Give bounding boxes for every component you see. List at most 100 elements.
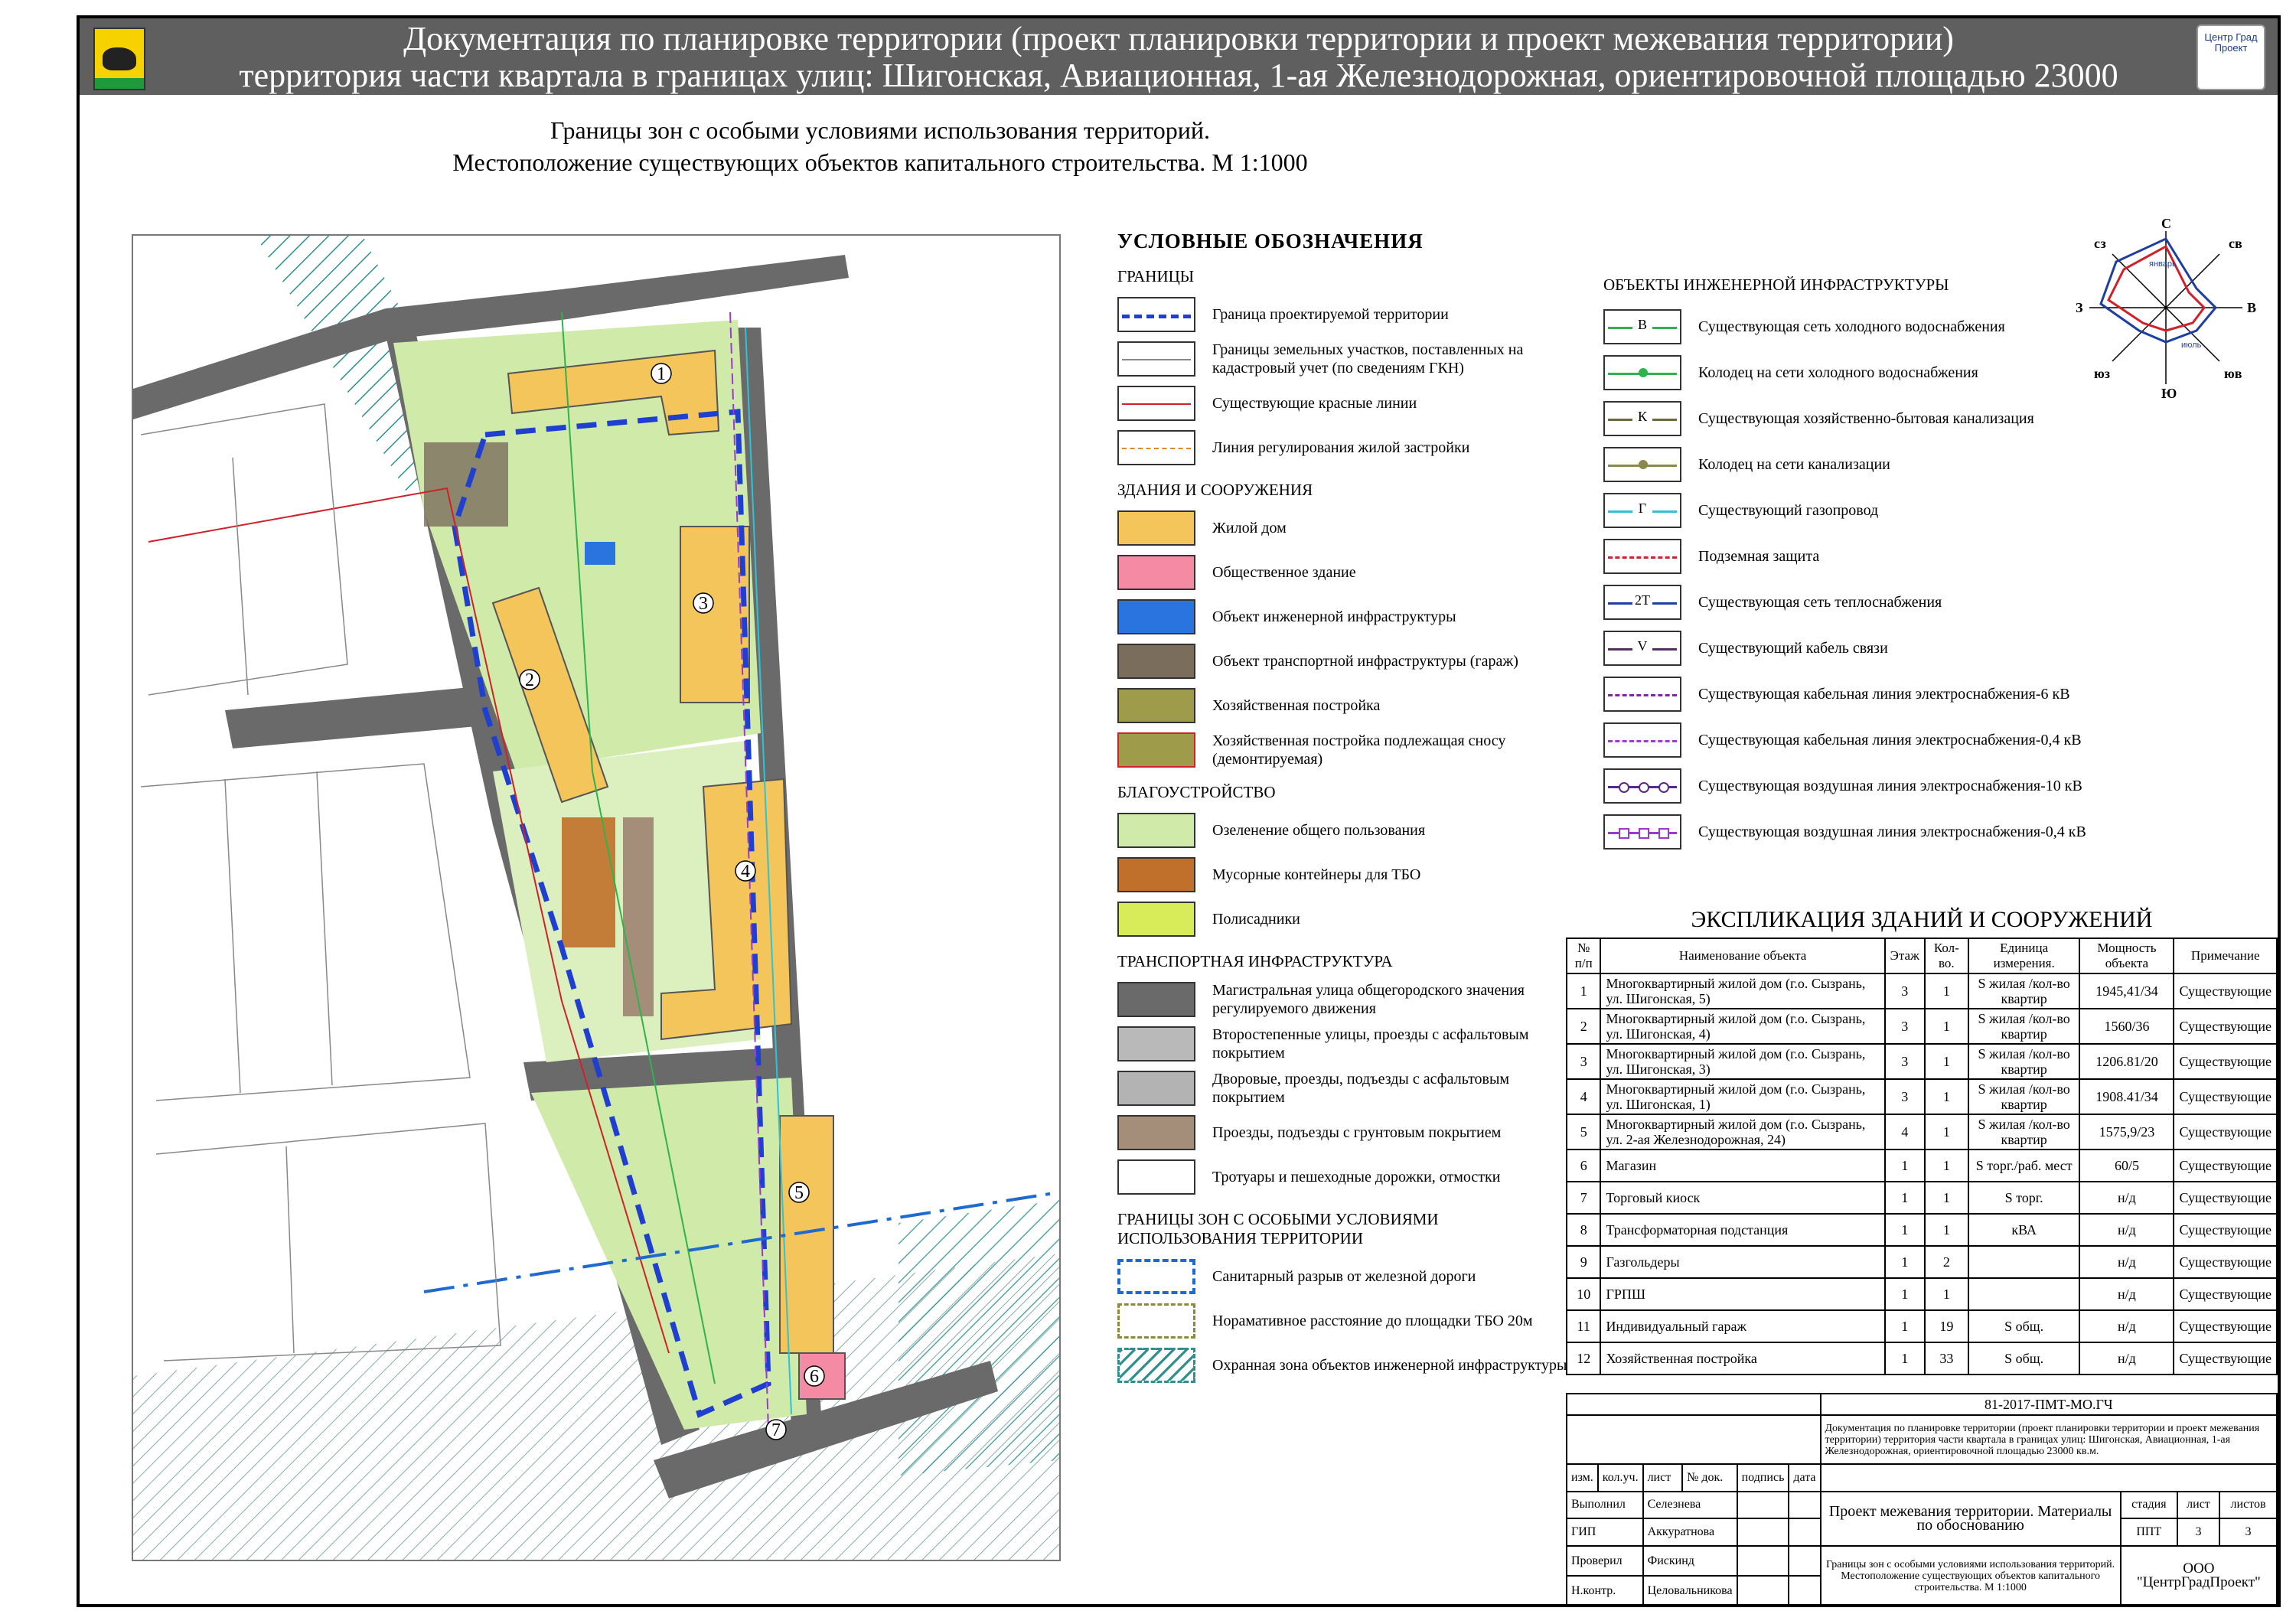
legend-label: Хозяйственная постройка (1212, 697, 1381, 714)
legend-item: Полисадники (1117, 900, 1577, 938)
table-cell: 1560/36 (2079, 1008, 2175, 1045)
table-cell: 1908.41/34 (2079, 1078, 2175, 1115)
table-cell: 1 (1923, 1213, 1969, 1247)
table-cell: 1 (1923, 1277, 1969, 1311)
table-row: 2 Многоквартирный жилой дом (г.о. Сызрань… (1565, 1008, 2278, 1045)
table-cell: 12 (1565, 1342, 1602, 1375)
engineering-swatch (1603, 768, 1681, 804)
stamp-name-3: Целовальникова (1642, 1575, 1738, 1607)
legend-swatch (1117, 1348, 1195, 1383)
legend-swatch (1117, 386, 1195, 421)
table-cell: Существующие (2173, 1078, 2278, 1115)
legend-item: Санитарный разрыв от железной дороги (1117, 1257, 1577, 1296)
rose-label-july: июль (2181, 341, 2202, 350)
table-cell: Многоквартирный жилой дом (г.о. Сызрань,… (1600, 1043, 1886, 1080)
explication-header: Наименование объекта (1600, 938, 1886, 974)
engineering-swatch (1603, 355, 1681, 390)
stamp-role-1: ГИП (1566, 1518, 1644, 1547)
explication-header: Мощность объекта (2079, 938, 2175, 974)
stamp-col-sign: подпись (1736, 1463, 1790, 1492)
engineering-swatch: К (1603, 401, 1681, 436)
table-cell: S жилая /кол-во квартир (1967, 1008, 2081, 1045)
table-cell: Существующие (2173, 1114, 2278, 1150)
explication-header: Примечание (2173, 938, 2278, 974)
rose-dir-ne: св (2229, 236, 2242, 251)
legend-label: Тротуары и пешеходные дорожки, отмостки (1212, 1169, 1501, 1185)
stamp-col-kol: кол.уч. (1596, 1463, 1644, 1492)
engineering-label: Колодец на сети холодного водоснабжения (1698, 364, 1978, 381)
explication-table: № п/п Наименование объекта Этаж Кол-во. Един… (1565, 938, 2278, 1375)
stamp-role-3: Н.контр. (1566, 1575, 1644, 1607)
table-cell: Существующие (2173, 1309, 2278, 1343)
table-cell: 1 (1883, 1342, 1926, 1375)
city-crest-icon (93, 28, 145, 90)
legend-title: УСЛОВНЫЕ ОБОЗНАЧЕНИЯ (1117, 230, 1424, 253)
legend-swatch (1117, 599, 1195, 634)
road-west-diag (225, 687, 485, 748)
table-row: 4 Многоквартирный жилой дом (г.о. Сызрань… (1565, 1078, 2278, 1115)
table-cell: Существующие (2173, 1342, 2278, 1375)
rose-dir-sw: юз (2094, 366, 2110, 381)
stamp-stage-label: стадия (2119, 1490, 2178, 1520)
legend-label: Санитарный разрыв от железной дороги (1212, 1268, 1476, 1285)
legend-section-title: ГРАНИЦЫ ЗОН С ОСОБЫМИ УСЛОВИЯМИ ИСПОЛЬЗО… (1117, 1210, 1439, 1247)
site-plan-map[interactable]: 1 2 3 4 5 6 7 (132, 234, 1061, 1561)
protected-zone-right (899, 1200, 1059, 1476)
table-cell: н/д (2079, 1213, 2175, 1247)
table-cell: S жилая /кол-во квартир (1967, 1043, 2081, 1080)
engineering-swatch: 2Т (1603, 585, 1681, 620)
legend-label: Существующие красные линии (1212, 395, 1417, 412)
label-5: 5 (794, 1183, 804, 1203)
table-cell: Существующие (2173, 1149, 2278, 1182)
legend-item: Существующие красные линии (1117, 384, 1577, 422)
table-cell: Многоквартирный жилой дом (г.о. Сызрань,… (1600, 973, 1886, 1009)
legend-label: Границы земельных участков, поставленных… (1212, 341, 1524, 377)
engineering-label: Колодец на сети канализации (1698, 456, 1890, 473)
engineering-legend-item: Г Существующий газопровод (1603, 491, 2093, 530)
table-cell: Газгольдеры (1600, 1245, 1886, 1279)
legend-swatch (1117, 1071, 1195, 1106)
engineering-label: Существующая сеть холодного водоснабжени… (1698, 318, 2005, 335)
stamp-col-list: лист (1642, 1463, 1684, 1492)
stamp-sheet-title: Границы зон с особыми условиями использо… (1819, 1544, 2122, 1608)
legend-swatch (1117, 1159, 1195, 1195)
table-cell: Существующие (2173, 1181, 2278, 1215)
table-cell: 1 (1883, 1213, 1926, 1247)
legend-label: Полисадники (1212, 911, 1300, 928)
legend-section-title: ТРАНСПОРТНАЯ ИНФРАСТРУКТУРА (1117, 952, 1393, 970)
table-cell: Торговый киоск (1600, 1181, 1886, 1215)
stamp-col-date: дата (1788, 1463, 1821, 1492)
stamp-company: ООО "ЦентрГрадПроект" (2119, 1544, 2278, 1608)
legend-swatch (1117, 688, 1195, 723)
legend-item: Проезды, подъезды с грунтовым покрытием (1117, 1114, 1577, 1152)
legend-swatch (1117, 982, 1195, 1017)
stamp-code: 81-2017-ПМТ-МО.ГЧ (1819, 1393, 2278, 1416)
legend-item: Хозяйственная постройка (1117, 686, 1577, 725)
company-logo: Центр Град Проект (2197, 24, 2265, 90)
engineering-symbol: V (1632, 638, 1652, 654)
table-cell: 19 (1923, 1309, 1969, 1343)
table-cell: 4 (1565, 1078, 1602, 1115)
table-row: 8 Трансформаторная подстанция 1 1 кВА н/д Суще… (1565, 1213, 2278, 1247)
engineering-legend-item: Существующая кабельная линия электроснаб… (1603, 674, 2093, 714)
legend-item: Линия регулирования жилой застройки (1117, 429, 1577, 467)
legend-label: Линия регулирования жилой застройки (1212, 439, 1470, 456)
table-row: 6 Магазин 1 1 S торг./раб. мест 60/5 Существую… (1565, 1149, 2278, 1182)
legend-label: Граница проектируемой территории (1212, 306, 1449, 323)
rose-dir-w: З (2076, 300, 2083, 315)
engineering-label: Существующая кабельная линия электроснаб… (1698, 732, 2082, 748)
header-bar: Документация по планировке территории (п… (80, 18, 2278, 132)
table-cell: Существующие (2173, 1043, 2278, 1080)
table-cell: Многоквартирный жилой дом (г.о. Сызрань,… (1600, 1008, 1886, 1045)
table-cell: 3 (1883, 1008, 1926, 1045)
legend-swatch (1117, 297, 1195, 332)
legend-swatch (1117, 902, 1195, 937)
legend: УСЛОВНЫЕ ОБОЗНАЧЕНИЯ ГРАНИЦЫ Граница прое… (1117, 230, 1577, 1391)
engineering-label: Существующая хозяйственно-бытовая канали… (1698, 410, 2034, 427)
table-row: 3 Многоквартирный жилой дом (г.о. Сызрань… (1565, 1043, 2278, 1080)
legend-swatch (1117, 1115, 1195, 1150)
table-cell: н/д (2079, 1342, 2175, 1375)
stamp-sheet: 3 (2176, 1518, 2221, 1547)
legend-label: Объект инженерной инфраструктуры (1212, 608, 1456, 625)
rose-dir-s: Ю (2161, 386, 2177, 399)
